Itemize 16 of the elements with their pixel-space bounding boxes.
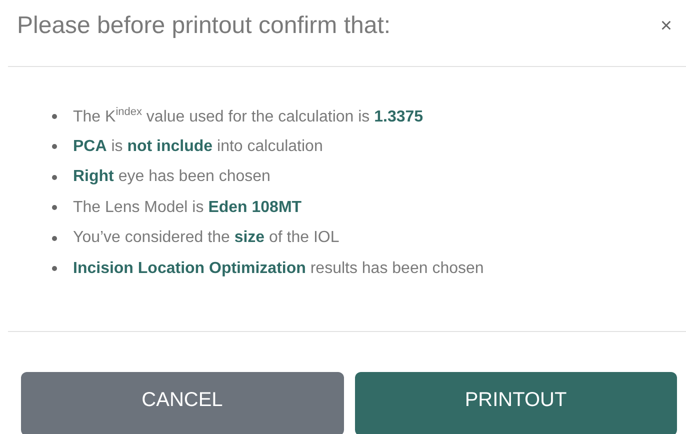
bullet-icon	[52, 174, 57, 180]
bullet-icon	[52, 205, 57, 210]
checklist-item: The Lens Model is Eden 108MT	[73, 198, 302, 217]
bullet-icon	[52, 236, 57, 241]
cancel-button[interactable]: CANCEL	[21, 372, 344, 434]
dialog-title: Please before printout confirm that:	[17, 12, 391, 40]
bullet-icon	[52, 266, 57, 272]
printout-button[interactable]: PRINTOUT	[354, 372, 677, 434]
checklist-item: PCA is not include into calculation	[73, 138, 323, 156]
bullet-icon	[52, 144, 57, 150]
checklist-item: The K$^{index}$ value used for the calculation is 1.3375	[73, 106, 424, 126]
checklist-item: Right eye has been chosen	[73, 168, 270, 186]
checklist-item: You’ve considered the size of the IOL	[73, 229, 340, 248]
bullet-icon	[52, 114, 57, 119]
checklist-item: Incision Location Optimization results has been chosen	[73, 260, 484, 278]
close-button[interactable]: ×	[656, 14, 676, 38]
